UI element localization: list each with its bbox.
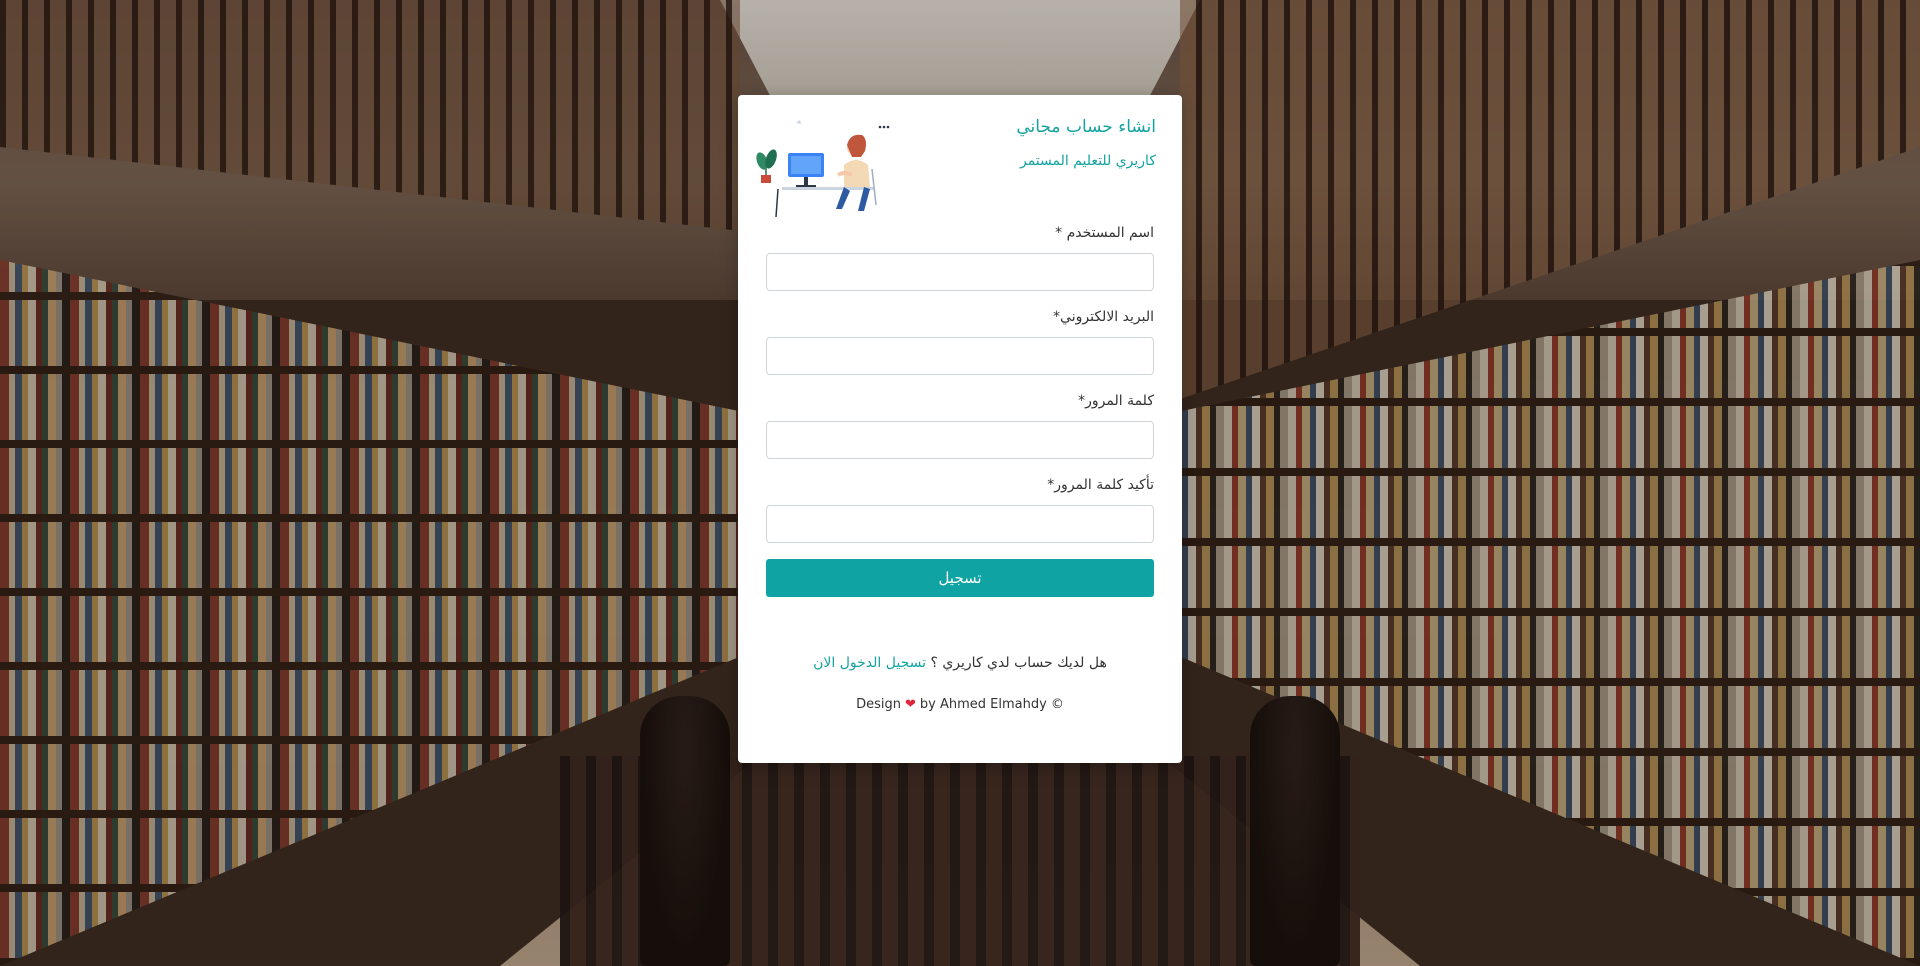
card-header: انشاء حساب مجاني كاريري للتعليم المستمر bbox=[752, 117, 1156, 227]
email-label: البريد الالكتروني* bbox=[1053, 309, 1154, 325]
signup-subtitle: كاريري للتعليم المستمر bbox=[1019, 153, 1156, 169]
confirm-password-label: تأكيد كلمة المرور* bbox=[1047, 477, 1154, 493]
confirm-password-field-group: تأكيد كلمة المرور* bbox=[766, 477, 1154, 543]
confirm-password-input[interactable] bbox=[766, 505, 1154, 543]
login-link[interactable]: تسجيل الدخول الان bbox=[813, 655, 926, 671]
email-field-group: البريد الالكتروني* bbox=[766, 309, 1154, 375]
signup-card: انشاء حساب مجاني كاريري للتعليم المستمر bbox=[738, 95, 1182, 763]
password-label: كلمة المرور* bbox=[1078, 393, 1154, 409]
footer-credit: Design ❤ by Ahmed Elmahdy © bbox=[738, 697, 1182, 712]
footer-author-text: by Ahmed Elmahdy © bbox=[919, 697, 1064, 712]
signup-form: اسم المستخدم * البريد الالكتروني* كلمة ا… bbox=[766, 225, 1154, 597]
username-field-group: اسم المستخدم * bbox=[766, 225, 1154, 291]
login-prompt-text: هل لديك حساب لدي كاريري ؟ bbox=[930, 655, 1107, 671]
signup-page: انشاء حساب مجاني كاريري للتعليم المستمر bbox=[0, 0, 1920, 966]
person-at-computer-illustration bbox=[756, 120, 890, 217]
register-button[interactable]: تسجيل bbox=[766, 559, 1154, 597]
password-field-group: كلمة المرور* bbox=[766, 393, 1154, 459]
login-prompt-line: هل لديك حساب لدي كاريري ؟ تسجيل الدخول ا… bbox=[738, 655, 1182, 671]
heart-icon: ❤ bbox=[904, 697, 916, 712]
email-input[interactable] bbox=[766, 337, 1154, 375]
footer-design-text: Design bbox=[856, 697, 901, 712]
signup-title: انشاء حساب مجاني bbox=[1016, 117, 1156, 137]
username-label: اسم المستخدم * bbox=[1055, 225, 1154, 241]
username-input[interactable] bbox=[766, 253, 1154, 291]
password-input[interactable] bbox=[766, 421, 1154, 459]
